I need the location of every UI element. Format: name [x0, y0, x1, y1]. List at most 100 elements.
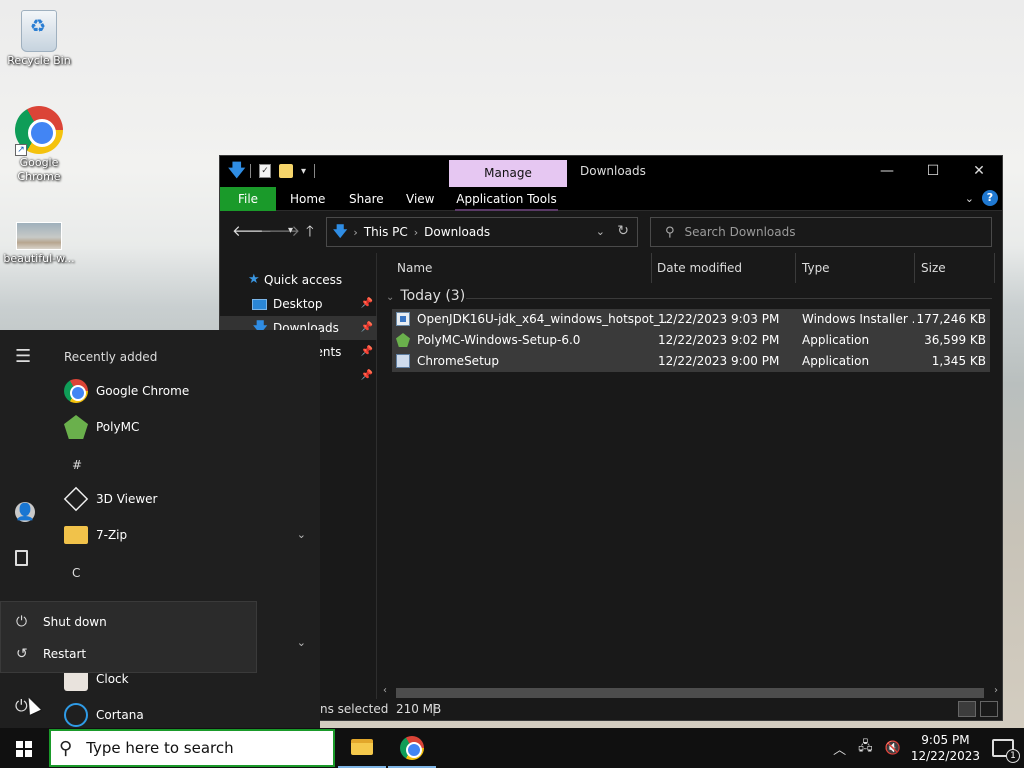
column-header-size[interactable]: Size	[915, 253, 995, 283]
cortana-icon	[64, 703, 88, 727]
app-item-polymc[interactable]: PolyMC	[64, 409, 314, 445]
app-item-google-chrome[interactable]: Google Chrome	[64, 373, 314, 409]
file-type: Application	[802, 354, 870, 368]
pin-icon: 📌	[360, 322, 373, 333]
desktop-icon-beautiful-wallpaper[interactable]: beautiful-w...	[2, 222, 76, 266]
network-icon[interactable]: 🖧	[858, 737, 873, 759]
minimize-button[interactable]: —	[864, 156, 910, 187]
expand-chevron-icon[interactable]: ⌄	[297, 517, 306, 553]
app-item-3d-viewer[interactable]: 3D Viewer	[63, 481, 314, 517]
app-item-7-zip[interactable]: 7-Zip ⌄	[64, 517, 314, 553]
expand-ribbon-chevron-icon[interactable]: ⌄	[965, 192, 974, 205]
refresh-icon[interactable]: ↻	[617, 223, 629, 239]
group-header-today[interactable]: ⌄ Today (3)	[386, 288, 465, 304]
windows-logo-icon	[16, 741, 32, 757]
start-button[interactable]	[0, 728, 48, 768]
clock[interactable]: 9:05 PM 12/22/2023	[911, 732, 980, 764]
app-item-cortana[interactable]: Cortana	[64, 697, 314, 728]
scrollbar-thumb[interactable]	[396, 688, 984, 698]
recent-locations-chevron-icon[interactable]: ▾	[288, 225, 293, 236]
address-bar[interactable]: 🡇 › This PC › Downloads ⌄ ↻	[326, 217, 638, 247]
tab-application-tools[interactable]: Application Tools	[455, 187, 558, 211]
section-header-hash[interactable]: #	[72, 458, 82, 472]
volume-muted-icon[interactable]: 🔇	[885, 741, 901, 756]
msi-installer-icon	[396, 312, 410, 326]
tab-file[interactable]: File	[220, 187, 276, 211]
nav-item-label: Quick access	[264, 273, 343, 287]
scroll-left-arrow-icon[interactable]: ‹	[383, 685, 387, 696]
customize-toolbar-chevron-icon[interactable]: ▾	[301, 166, 306, 177]
desktop-icon-google-chrome[interactable]: ↗ Google Chrome	[2, 106, 76, 184]
polymc-icon	[64, 415, 88, 439]
image-thumbnail-icon	[16, 222, 62, 250]
tab-manage[interactable]: Manage	[449, 160, 567, 187]
user-account-icon[interactable]: 👤	[15, 502, 35, 522]
taskbar-app-google-chrome[interactable]	[388, 728, 436, 768]
column-header-date-modified[interactable]: Date modified	[652, 253, 796, 283]
window-title: Downloads	[580, 164, 646, 178]
tab-share[interactable]: Share	[349, 187, 384, 211]
restart-icon: ↺	[16, 646, 28, 662]
breadcrumb-downloads[interactable]: Downloads	[424, 225, 490, 239]
breadcrumb-separator-icon: ›	[413, 225, 419, 239]
close-button[interactable]: ✕	[956, 156, 1002, 187]
recycle-bin-icon	[21, 10, 57, 52]
column-header-name[interactable]: Name	[378, 253, 652, 283]
pin-icon: 📌	[360, 370, 373, 381]
file-row[interactable]: PolyMC-Windows-Setup-6.0 12/22/2023 9:02…	[392, 330, 990, 351]
search-box[interactable]: ⚲ Search Downloads	[650, 217, 992, 247]
nav-item-desktop[interactable]: Desktop 📌	[220, 292, 377, 316]
view-buttons	[958, 701, 998, 717]
properties-icon[interactable]: ✓	[259, 164, 271, 178]
desktop-icon-recycle-bin[interactable]: Recycle Bin	[2, 10, 76, 68]
pin-icon: 📌	[360, 298, 373, 309]
notification-count-badge: 1	[1006, 749, 1020, 763]
taskbar-app-file-explorer[interactable]	[338, 728, 386, 768]
scroll-right-arrow-icon[interactable]: ›	[994, 685, 998, 696]
tab-view[interactable]: View	[406, 187, 434, 211]
pin-icon: 📌	[360, 346, 373, 357]
maximize-button[interactable]: ☐	[910, 156, 956, 187]
expand-chevron-icon[interactable]: ⌄	[297, 625, 306, 661]
app-label: 7-Zip	[96, 528, 128, 542]
forward-arrow-icon[interactable]: 🡒	[260, 221, 300, 240]
search-icon: ⚲	[665, 224, 675, 240]
file-type: Windows Installer ...	[802, 312, 914, 326]
large-icons-view-icon[interactable]	[980, 701, 998, 717]
section-header-c[interactable]: C	[72, 566, 80, 580]
column-header-type[interactable]: Type	[796, 253, 915, 283]
cube-icon	[63, 486, 89, 512]
new-folder-icon[interactable]	[279, 164, 293, 178]
desktop-icon-label: beautiful-w...	[3, 252, 75, 265]
file-row[interactable]: OpenJDK16U-jdk_x64_windows_hotspot_... 1…	[392, 309, 990, 330]
file-name: OpenJDK16U-jdk_x64_windows_hotspot_...	[417, 312, 667, 326]
file-date: 12/22/2023 9:00 PM	[658, 354, 780, 368]
shut-down-option[interactable]: ⏻ Shut down	[1, 606, 256, 638]
desktop-icon-label: Google Chrome	[17, 156, 61, 183]
documents-icon[interactable]	[15, 550, 28, 566]
address-dropdown-chevron-icon[interactable]: ⌄	[596, 225, 605, 238]
help-icon[interactable]: ?	[982, 190, 998, 206]
file-name: ChromeSetup	[417, 354, 499, 368]
restart-option[interactable]: ↺ Restart	[1, 638, 256, 670]
hamburger-menu-icon[interactable]: ☰	[15, 346, 31, 367]
file-row[interactable]: ChromeSetup 12/22/2023 9:00 PM Applicati…	[392, 351, 990, 372]
file-type: Application	[802, 333, 870, 347]
up-arrow-icon[interactable]: 🡑	[306, 221, 314, 246]
ribbon-controls: ⌄ ?	[965, 190, 998, 206]
file-name: PolyMC-Windows-Setup-6.0	[417, 333, 581, 347]
taskbar-search-box[interactable]: ⚲ Type here to search	[49, 729, 335, 767]
power-options-flyout: ⏻ Shut down ↺ Restart	[0, 601, 257, 673]
action-center-icon[interactable]: 1	[992, 739, 1020, 763]
details-view-icon[interactable]	[958, 701, 976, 717]
nav-item-label: Desktop	[273, 297, 323, 311]
file-explorer-icon	[351, 739, 373, 755]
tab-home[interactable]: Home	[290, 187, 325, 211]
chrome-icon: ↗	[15, 106, 63, 156]
downloads-folder-icon: 🡇	[228, 161, 246, 181]
show-hidden-icons-chevron-icon[interactable]: ︿	[833, 739, 846, 758]
section-header-recently-added: Recently added	[64, 350, 158, 364]
breadcrumb-this-pc[interactable]: This PC	[364, 225, 408, 239]
nav-item-quick-access[interactable]: ★ Quick access	[220, 268, 377, 292]
shortcut-arrow-icon: ↗	[15, 144, 27, 156]
